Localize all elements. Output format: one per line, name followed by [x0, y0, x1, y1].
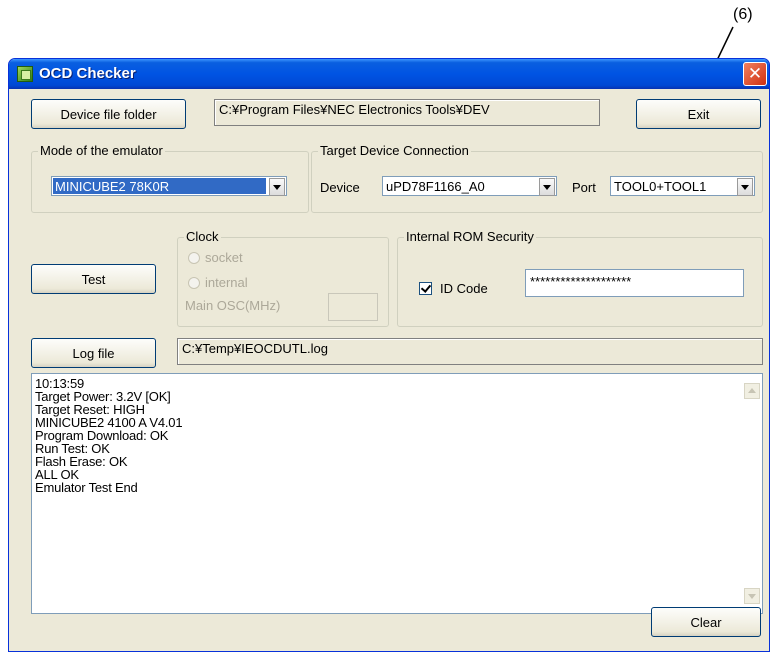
exit-button[interactable]: Exit — [636, 99, 761, 129]
log-line: Emulator Test End — [35, 480, 138, 495]
device-value: uPD78F1166_A0 — [386, 179, 485, 194]
device-file-folder-label: Device file folder — [60, 106, 157, 122]
rom-security-group: Internal ROM Security ID Code **********… — [397, 229, 763, 327]
id-code-label: ID Code — [440, 281, 488, 296]
test-label: Test — [81, 271, 106, 287]
close-icon: ✕ — [747, 64, 763, 83]
socket-label: socket — [205, 250, 243, 265]
device-file-folder-button[interactable]: Device file folder — [31, 99, 186, 129]
app-icon — [17, 66, 33, 82]
log-lines: 10:13:59 Target Power: 3.2V [OK] Target Re… — [35, 377, 183, 495]
id-code-checkbox[interactable] — [419, 282, 432, 295]
emulator-mode-legend: Mode of the emulator — [38, 143, 165, 159]
scroll-down-arrow-icon[interactable] — [744, 588, 760, 604]
window-title: OCD Checker — [39, 65, 136, 82]
scroll-up-arrow-icon[interactable] — [744, 383, 760, 399]
target-connection-legend: Target Device Connection — [318, 143, 471, 159]
socket-radio[interactable] — [188, 252, 200, 264]
clock-legend: Clock — [184, 229, 221, 245]
clock-group: Clock socket internal Main OSC(MHz) — [177, 229, 389, 327]
title-bar: OCD Checker ✕ — [9, 59, 769, 89]
clear-label: Clear — [690, 614, 722, 630]
log-file-path-field: C:¥Temp¥IEOCDUTL.log — [177, 338, 763, 365]
exit-label: Exit — [687, 106, 710, 122]
target-connection-group: Target Device Connection Device uPD78F11… — [311, 143, 763, 213]
main-osc-input[interactable] — [328, 293, 378, 321]
device-select[interactable]: uPD78F1166_A0 — [382, 176, 557, 196]
port-label: Port — [572, 180, 596, 195]
close-button[interactable]: ✕ — [743, 62, 767, 86]
port-value: TOOL0+TOOL1 — [614, 179, 707, 194]
log-file-button[interactable]: Log file — [31, 338, 156, 368]
ocd-checker-window: OCD Checker ✕ Device file folder C:¥Prog… — [8, 58, 770, 652]
internal-radio[interactable] — [188, 277, 200, 289]
main-osc-label: Main OSC(MHz) — [185, 298, 281, 313]
clear-button[interactable]: Clear — [651, 607, 761, 637]
log-output[interactable]: 10:13:59 Target Power: 3.2V [OK] Target Re… — [31, 373, 763, 614]
port-select[interactable]: TOOL0+TOOL1 — [610, 176, 755, 196]
chevron-down-icon[interactable] — [269, 178, 285, 196]
device-label: Device — [320, 180, 360, 195]
chevron-down-icon[interactable] — [539, 178, 555, 196]
device-folder-path-field: C:¥Program Files¥NEC Electronics Tools¥D… — [214, 99, 600, 126]
chevron-down-icon[interactable] — [737, 178, 753, 196]
id-code-input[interactable]: ******************** — [525, 269, 744, 297]
emulator-mode-value: MINICUBE2 78K0R — [55, 179, 170, 194]
internal-label: internal — [205, 275, 248, 290]
test-button[interactable]: Test — [31, 264, 156, 294]
emulator-mode-group: Mode of the emulator MINICUBE2 78K0R — [31, 143, 309, 213]
log-file-label: Log file — [72, 345, 115, 361]
emulator-mode-select[interactable]: MINICUBE2 78K0R — [51, 176, 287, 196]
rom-security-legend: Internal ROM Security — [404, 229, 536, 245]
